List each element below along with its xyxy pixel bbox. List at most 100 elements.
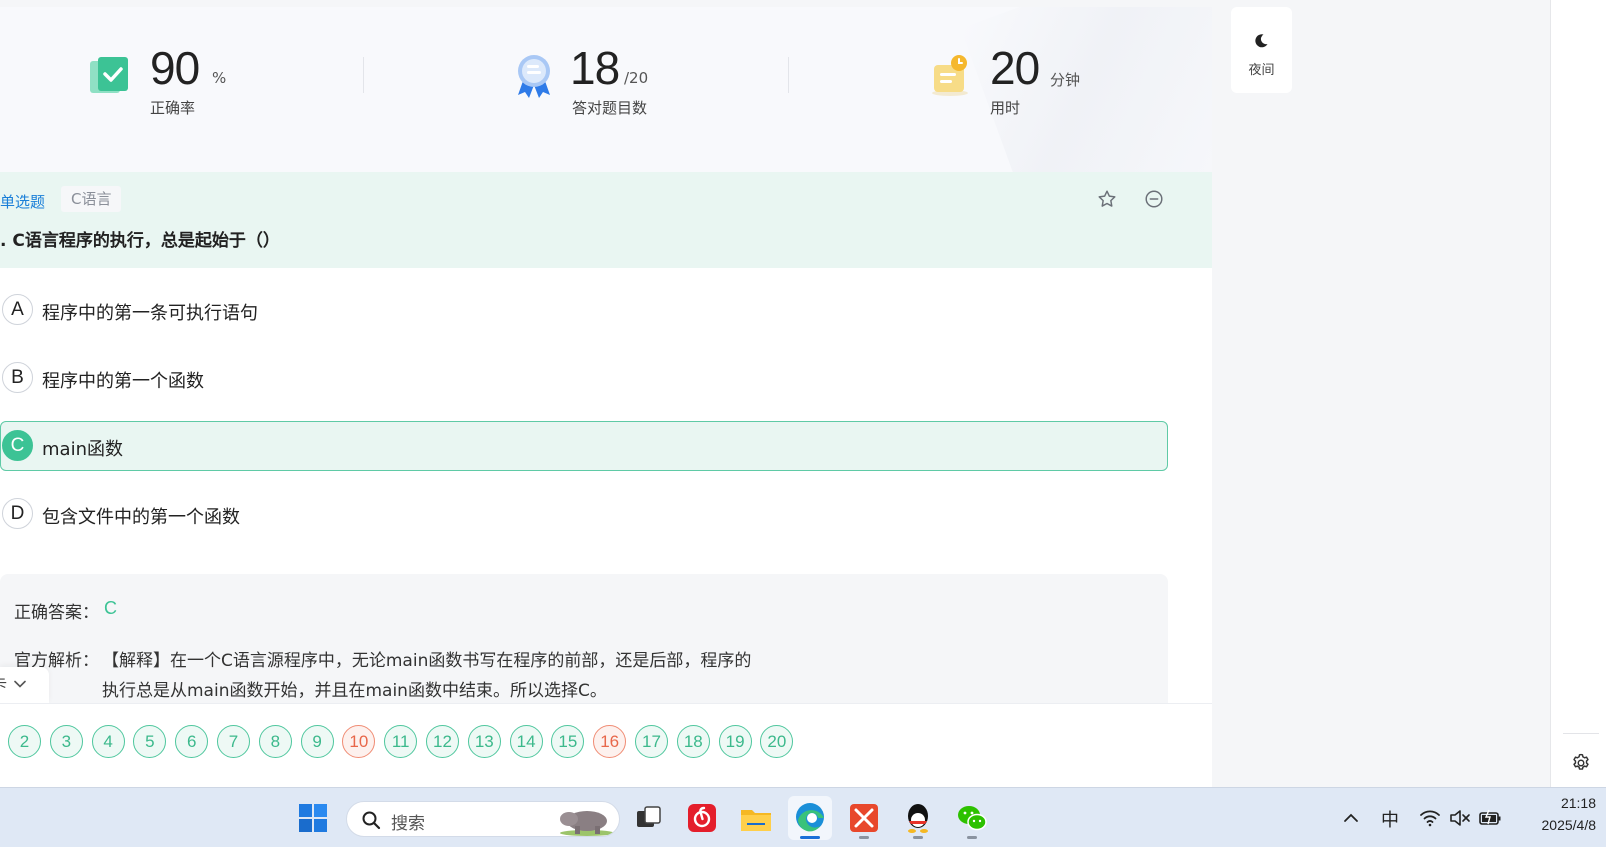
option-letter: B: [2, 362, 33, 393]
question-header: 单选题 C语言 . C语言程序的执行，总是起始于（）: [0, 172, 1212, 268]
option-text: 程序中的第一条可执行语句: [42, 303, 258, 324]
active-indicator: [800, 836, 820, 839]
medal-icon: [518, 55, 550, 98]
windows-logo-icon: [299, 804, 327, 832]
question-number-18[interactable]: 18: [676, 725, 710, 758]
question-number-20[interactable]: 20: [760, 725, 794, 758]
taskbar-wechat[interactable]: [950, 796, 994, 840]
option-c[interactable]: C main函数: [0, 421, 1168, 471]
chevron-up-icon[interactable]: [1342, 810, 1360, 826]
taskbar-edge-browser[interactable]: [788, 796, 832, 840]
taskbar-search-input[interactable]: 搜索: [346, 801, 620, 837]
option-d[interactable]: D 包含文件中的第一个函数: [0, 489, 1168, 539]
start-button[interactable]: [291, 796, 335, 840]
clock-time: 21:18: [1560, 795, 1596, 811]
option-text: main函数: [42, 439, 123, 460]
search-placeholder: 搜索: [391, 814, 425, 834]
star-icon[interactable]: [1096, 188, 1118, 210]
option-a[interactable]: A 程序中的第一条可执行语句: [0, 285, 1168, 335]
option-text: 程序中的第一个函数: [42, 371, 204, 392]
question-number-5[interactable]: 5: [133, 725, 167, 758]
question-number-13[interactable]: 13: [467, 725, 501, 758]
xmind-icon: [850, 804, 878, 832]
taskbar-xmind[interactable]: [842, 796, 886, 840]
running-indicator: [913, 836, 923, 839]
remove-circle-icon[interactable]: [1143, 188, 1165, 210]
hippo-illustration-icon: [560, 811, 614, 836]
question-number-6[interactable]: 6: [175, 725, 209, 758]
night-mode-button[interactable]: 夜间: [1231, 7, 1292, 93]
question-number-4[interactable]: 4: [91, 725, 125, 758]
battery-charging-icon[interactable]: [1478, 809, 1502, 827]
stats-panel: 90 % 正确率 18 /20 答对题目数 20 分钟 用时: [0, 7, 1212, 172]
side-rail: [1550, 0, 1606, 787]
question-number-2[interactable]: 2: [8, 725, 41, 758]
accuracy-label: 正确率: [150, 99, 196, 117]
question-number-12[interactable]: 12: [426, 725, 459, 758]
question-number-17[interactable]: 17: [635, 725, 668, 758]
option-text: 包含文件中的第一个函数: [42, 507, 240, 528]
correct-count-value: 18: [570, 42, 620, 94]
taskbar-task-view[interactable]: [626, 796, 670, 840]
question-number-bar: 2 3 4 5 6 7 8 9 10 11 12 13 14 15 16 17 18 19 20: [0, 703, 1212, 787]
question-type-badge: 单选题: [0, 193, 46, 211]
question-number-15[interactable]: 15: [551, 725, 585, 758]
taskbar-file-explorer[interactable]: [734, 796, 778, 840]
accuracy-value: 90: [150, 42, 200, 94]
check-document-icon: [90, 57, 128, 93]
question-number-14[interactable]: 14: [509, 725, 543, 758]
correct-count-label: 答对题目数: [572, 99, 648, 117]
accuracy-unit: %: [212, 69, 227, 87]
correct-answer-label: 正确答案：: [14, 603, 99, 623]
netease-music-icon: [688, 804, 716, 832]
question-number-11[interactable]: 11: [384, 725, 418, 758]
taskbar-netease-music[interactable]: [680, 796, 724, 840]
qq-penguin-icon: [908, 804, 928, 833]
question-number-8[interactable]: 8: [258, 725, 292, 758]
question-number-10[interactable]: 10: [342, 725, 376, 758]
option-letter: D: [2, 498, 33, 529]
clock-notepad-icon: [932, 55, 968, 96]
running-indicator: [967, 836, 977, 839]
question-number-16[interactable]: 16: [593, 725, 627, 758]
taskbar: 搜索 中 21:18 2025/4/8: [0, 787, 1606, 847]
correct-answer-value: C: [104, 598, 117, 618]
answer-card-toggle[interactable]: 卡: [0, 667, 49, 703]
search-icon: [362, 811, 381, 830]
option-letter: C: [2, 430, 33, 461]
question-number-19[interactable]: 19: [718, 725, 752, 758]
correct-count-total: /20: [624, 69, 649, 87]
question-number-7[interactable]: 7: [217, 725, 250, 758]
folder-icon: [741, 810, 771, 831]
time-value: 20: [990, 42, 1040, 94]
option-b[interactable]: B 程序中的第一个函数: [0, 353, 1168, 403]
subject-tag: C语言: [61, 186, 122, 212]
stat-accuracy: 90 % 正确率: [86, 39, 286, 119]
clock-date: 2025/4/8: [1541, 817, 1597, 833]
result-card: 90 % 正确率 18 /20 答对题目数 20 分钟 用时 单选题 C语言 .…: [0, 7, 1212, 787]
stat-time-used: 20 分钟 用时: [926, 39, 1126, 119]
volume-muted-icon[interactable]: [1449, 809, 1471, 827]
time-label: 用时: [990, 99, 1021, 117]
task-view-icon: [637, 806, 661, 827]
question-number-3[interactable]: 3: [49, 725, 83, 758]
option-letter: A: [2, 294, 33, 325]
answer-card-label: 卡: [0, 667, 7, 701]
moon-icon: [1255, 34, 1268, 48]
question-number-9[interactable]: 9: [300, 725, 334, 758]
time-unit: 分钟: [1050, 71, 1081, 89]
stat-correct-count: 18 /20 答对题目数: [508, 39, 708, 119]
chevron-down-icon: [14, 680, 26, 688]
night-mode-label: 夜间: [1248, 63, 1275, 78]
divider: [788, 57, 789, 93]
taskbar-qq[interactable]: [896, 796, 940, 840]
divider: [1563, 733, 1599, 734]
gear-icon[interactable]: [1570, 752, 1592, 774]
wechat-icon: [958, 806, 987, 831]
wifi-icon[interactable]: [1419, 808, 1441, 828]
question-text: . C语言程序的执行，总是起始于（）: [0, 231, 280, 251]
running-indicator: [859, 836, 869, 839]
taskbar-clock[interactable]: 21:18 2025/4/8: [1506, 792, 1597, 836]
ime-indicator[interactable]: 中: [1381, 806, 1399, 832]
edge-browser-icon: [796, 803, 824, 832]
